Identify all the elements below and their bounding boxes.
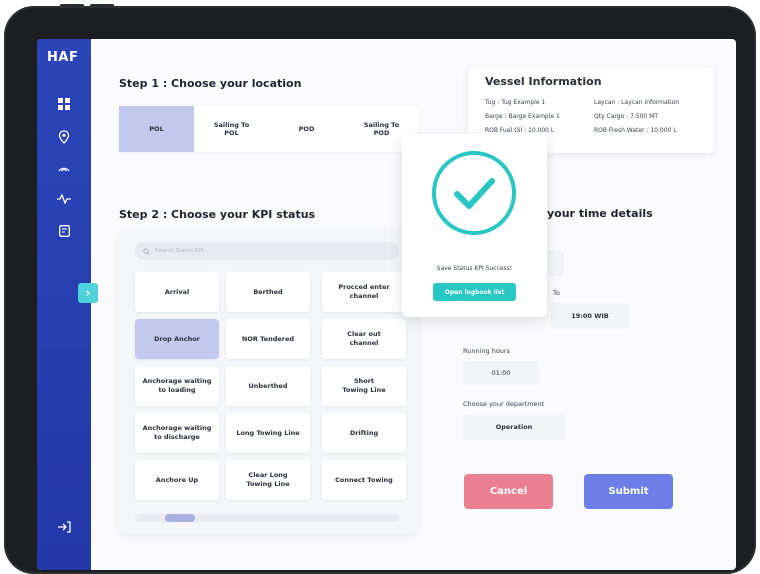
vessel-laycan: Laycan : Laycan Information: [594, 99, 680, 106]
sidebar: HAF: [37, 39, 91, 570]
to-label: To: [553, 289, 560, 297]
kpi-option[interactable]: Anchorage waiting to loading: [135, 366, 219, 406]
kpi-option[interactable]: Anchorage waiting to discharge: [135, 413, 219, 453]
app-screen: HAF › Step 1 : Choose your location POL …: [37, 39, 736, 570]
vessel-info-title: Vessel Information: [485, 75, 602, 88]
dashboard-icon[interactable]: [54, 94, 74, 114]
step1-title: Step 1 : Choose your location: [119, 77, 302, 90]
kpi-option[interactable]: Drifting: [322, 413, 406, 453]
logbook-icon[interactable]: [54, 221, 74, 241]
location-option-sailing-to-pol[interactable]: Sailing To POL: [194, 106, 269, 152]
department-select[interactable]: Operation: [463, 414, 565, 440]
department-label: Choose your department: [463, 400, 545, 408]
kpi-search-input[interactable]: Search Status KPI...: [135, 242, 399, 260]
app-logo: HAF: [47, 50, 79, 65]
location-selector: POL Sailing To POL POD Sailing To POD: [119, 106, 419, 152]
volume-button: [60, 4, 84, 7]
location-option-pol[interactable]: POL: [119, 106, 194, 152]
step2-title: Step 2 : Choose your KPI status: [119, 208, 316, 221]
location-pin-icon[interactable]: [54, 127, 74, 147]
search-icon: [143, 247, 150, 255]
vessel-barge: Barge : Barge Example 1: [485, 113, 560, 120]
vessel-tug: Tug : Tug Example 1: [485, 99, 546, 106]
kpi-option[interactable]: Short Towing Line: [322, 366, 406, 406]
kpi-option[interactable]: Procced enter channel: [322, 272, 406, 312]
kpi-option[interactable]: Arrival: [135, 272, 219, 312]
kpi-option[interactable]: Clear out channel: [322, 319, 406, 359]
kpi-scrollbar-thumb[interactable]: [165, 514, 195, 522]
logout-icon[interactable]: [54, 517, 74, 537]
to-time-field[interactable]: 19:00 WIB: [551, 303, 629, 329]
modal-message: Save Status KPI Success!: [436, 265, 513, 272]
vessel-rob-water: ROB Fresh Water : 10.000 L: [594, 127, 677, 134]
activity-icon[interactable]: [54, 189, 74, 209]
step3-title: your time details: [547, 207, 653, 220]
location-option-pod[interactable]: POD: [269, 106, 344, 152]
kpi-option[interactable]: Connect Towing: [322, 460, 406, 500]
open-logbook-button[interactable]: Open logbook list: [433, 283, 516, 301]
vessel-qty-cargo: Qty Cargo : 7.500 MT: [594, 113, 659, 120]
volume-button-2: [90, 4, 114, 7]
running-hours-label: Running hours: [463, 347, 510, 355]
signal-icon[interactable]: [54, 158, 74, 178]
success-modal: Save Status KPI Success! Open logbook li…: [402, 134, 547, 317]
cancel-button[interactable]: Cancel: [464, 474, 553, 509]
kpi-option[interactable]: Drop Anchor: [135, 319, 219, 359]
running-hours-field[interactable]: 01:00: [463, 361, 539, 385]
sidebar-expand-button[interactable]: ›: [78, 283, 98, 303]
vessel-rob-fuel: ROB Fuel Oil : 10.000 L: [485, 127, 555, 134]
kpi-option[interactable]: Berthed: [226, 272, 310, 312]
kpi-option[interactable]: NOR Tendered: [226, 319, 310, 359]
submit-button[interactable]: Submit: [584, 474, 673, 509]
kpi-option[interactable]: Unberthed: [226, 366, 310, 406]
search-placeholder: Search Status KPI...: [155, 248, 209, 254]
kpi-option[interactable]: Anchore Up: [135, 460, 219, 500]
kpi-option[interactable]: Long Towing Line: [226, 413, 310, 453]
tablet-frame: HAF › Step 1 : Choose your location POL …: [4, 4, 756, 574]
success-check-icon: [432, 151, 516, 235]
kpi-option[interactable]: Clear Long Towing Line: [226, 460, 310, 500]
